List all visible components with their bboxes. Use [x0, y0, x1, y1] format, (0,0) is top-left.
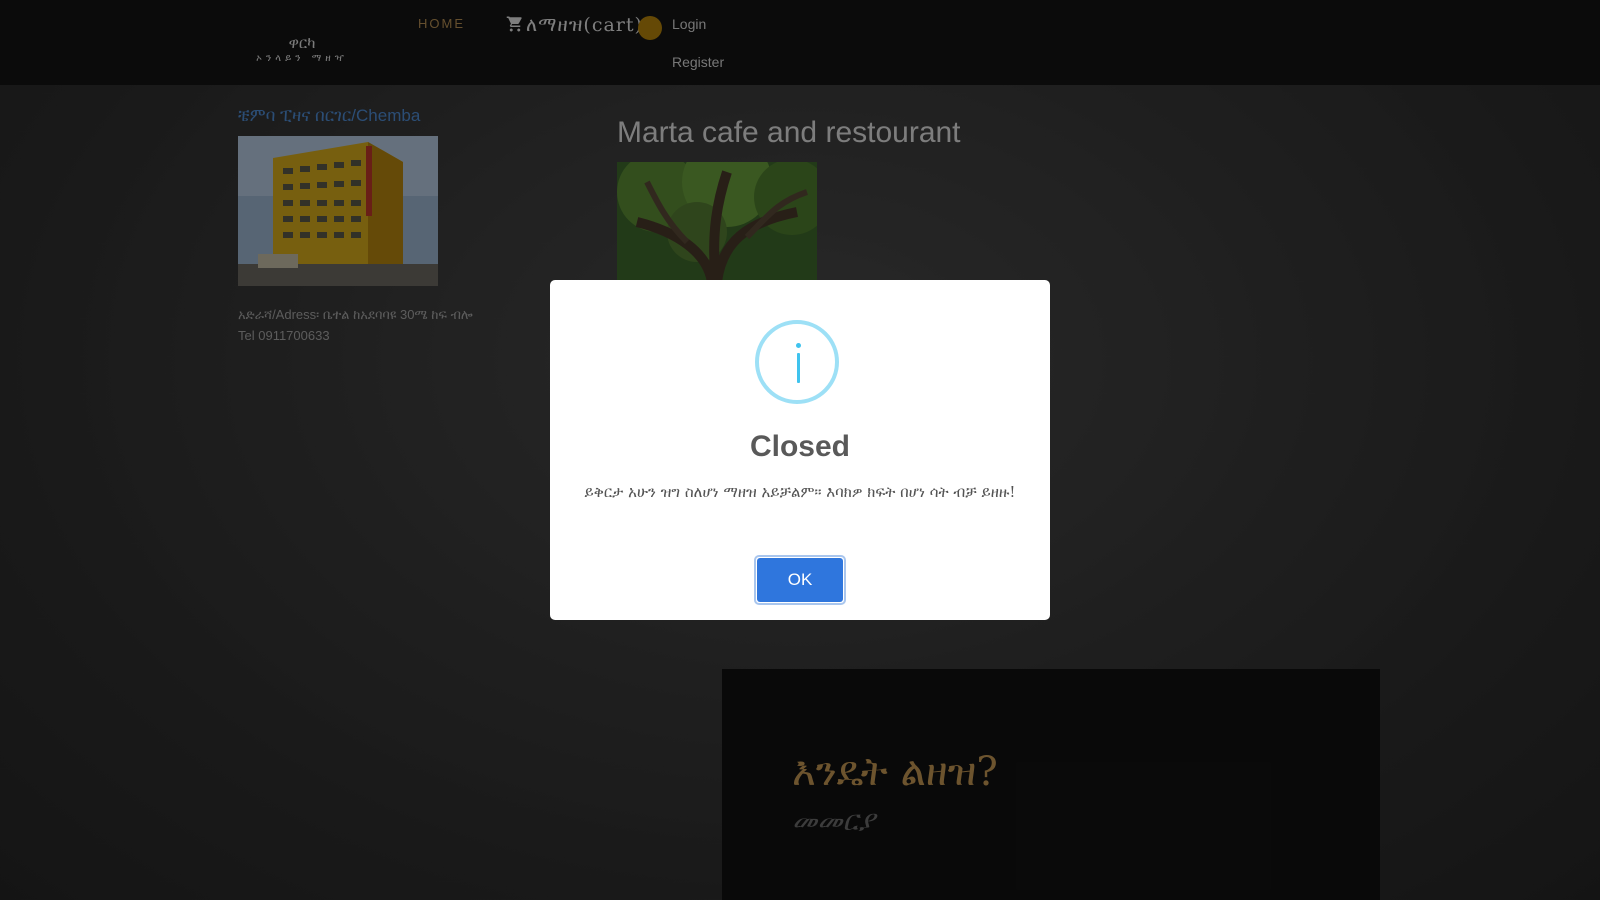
ok-button[interactable]: OK [754, 555, 846, 605]
ok-button-label: OK [757, 558, 843, 602]
dialog-message: ይቅርታ አሁን ዝግ ስለሆነ ማዘዝ አይቻልም። እባክዎ ክፍት በሆነ… [584, 483, 1016, 501]
dialog-title: Closed [749, 430, 851, 463]
closed-alert-dialog: Closed ይቅርታ አሁን ዝግ ስለሆነ ማዘዝ አይቻልም። እባክዎ … [550, 280, 1050, 620]
info-icon [755, 320, 839, 404]
